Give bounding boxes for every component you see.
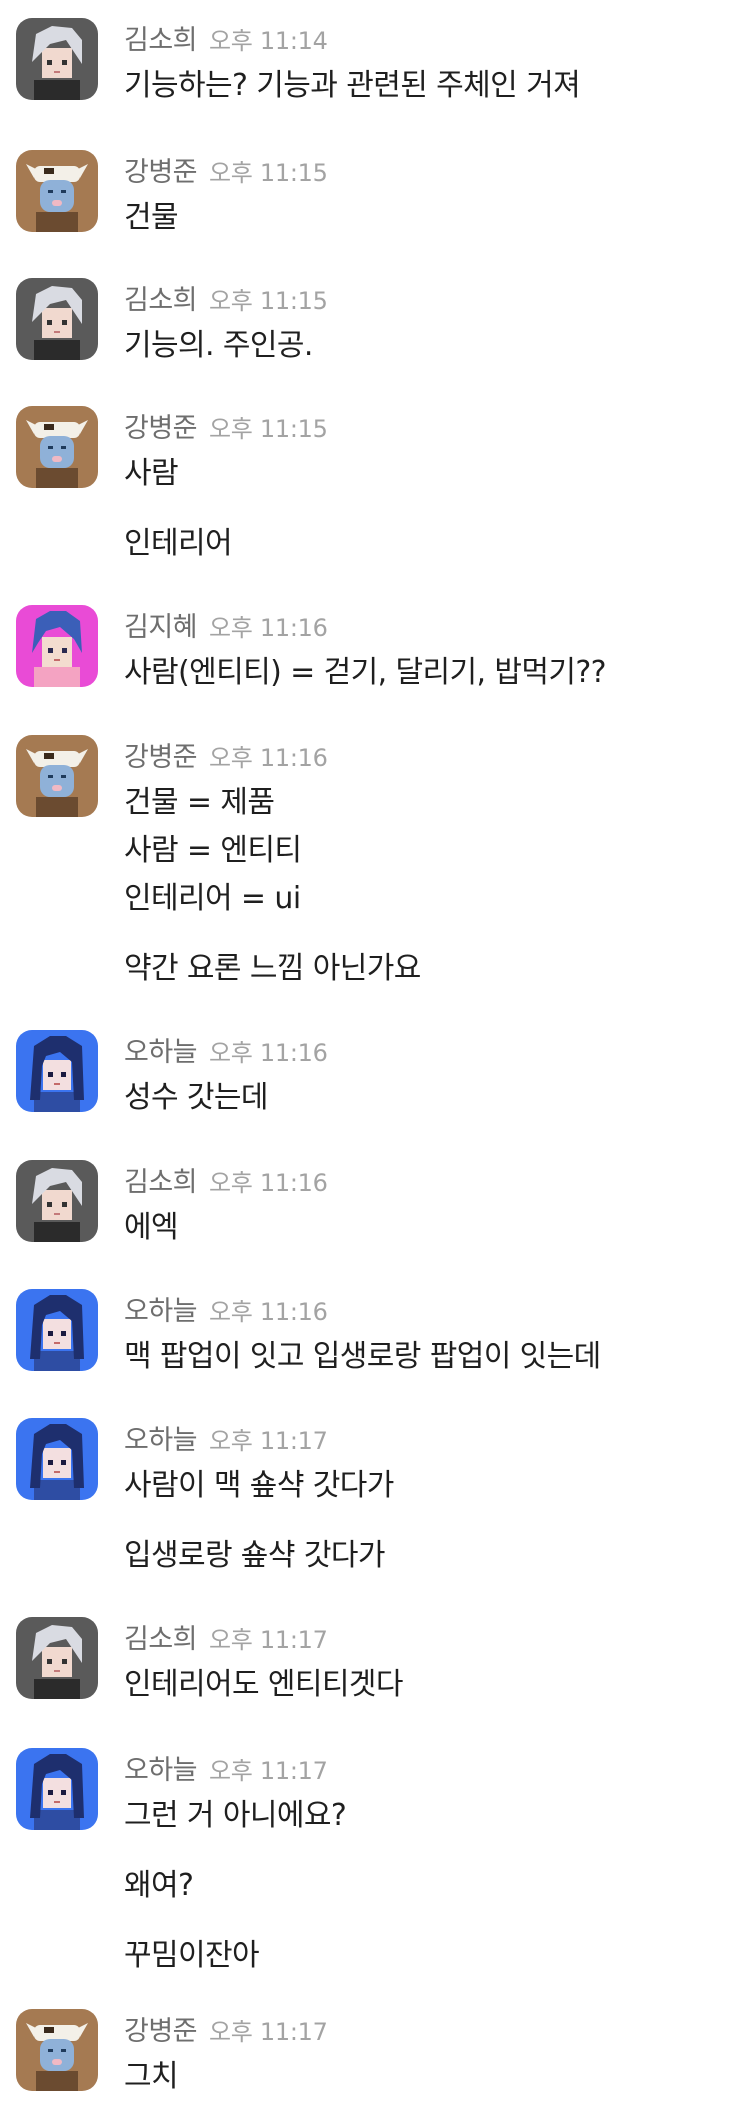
message-header: 강병준 오후 11:15	[124, 406, 328, 444]
cow-hood-avatar[interactable]	[16, 735, 98, 817]
message-timestamp: 오후 11:15	[209, 415, 328, 443]
message-header: 강병준 오후 11:15	[124, 150, 328, 188]
message-text: 인테리어도 엔티티겟다	[124, 1667, 404, 1702]
message-timestamp: 오후 11:15	[209, 287, 328, 315]
message-header: 김소희 오후 11:16	[124, 1160, 328, 1198]
sender-name[interactable]: 강병준	[124, 735, 198, 774]
sender-name[interactable]: 강병준	[124, 2009, 198, 2048]
message-body: 그런 거 아니에요? 왜여? 꾸밈이잔아	[124, 1792, 724, 1980]
message-text: 사람 = 엔티티	[124, 833, 302, 868]
message-text: 인테리어	[124, 526, 233, 561]
cow-hood-avatar[interactable]	[16, 150, 98, 232]
message-body: 건물 = 제품사람 = 엔티티인테리어 = ui 약간 요론 느낌 아닌가요	[124, 779, 724, 993]
silver-hair-avatar[interactable]	[16, 1160, 98, 1242]
navy-hair-blue-bg-avatar[interactable]	[16, 1748, 98, 1830]
navy-hair-blue-bg-avatar[interactable]	[16, 1030, 98, 1112]
message-body: 기능하는? 기능과 관련된 주체인 거져	[124, 62, 724, 110]
message-text: 인테리어 = ui	[124, 881, 301, 916]
silver-hair-avatar[interactable]	[16, 1617, 98, 1699]
message-body: 성수 갓는데	[124, 1074, 724, 1122]
sender-name[interactable]: 강병준	[124, 150, 198, 189]
message-timestamp: 오후 11:17	[209, 2018, 328, 2046]
sender-name[interactable]: 김소희	[124, 1617, 198, 1656]
sender-name[interactable]: 김소희	[124, 1160, 198, 1199]
message-text: 건물 = 제품	[124, 785, 275, 820]
message-text: 사람	[124, 456, 179, 491]
message-text: 건물	[124, 200, 179, 235]
message-header: 김소희 오후 11:15	[124, 278, 328, 316]
message-header: 김소희 오후 11:17	[124, 1617, 328, 1655]
message-timestamp: 오후 11:17	[209, 1626, 328, 1654]
message-header: 오하늘 오후 11:16	[124, 1030, 328, 1068]
message-body: 사람이 맥 숖샥 갓다가입생로랑 숖샥 갓다가	[124, 1462, 724, 1580]
message-header: 김소희 오후 11:14	[124, 18, 328, 56]
message-body: 맥 팝업이 잇고 입생로랑 팝업이 잇는데	[124, 1333, 724, 1381]
message-body: 건물	[124, 194, 724, 242]
message-body: 에엑	[124, 1204, 724, 1252]
sender-name[interactable]: 강병준	[124, 406, 198, 445]
message-text: 사람이 맥 숖샥 갓다가	[124, 1468, 394, 1503]
message-body: 인테리어도 엔티티겟다	[124, 1661, 724, 1709]
silver-hair-avatar[interactable]	[16, 278, 98, 360]
message-body: 그치	[124, 2053, 724, 2101]
sender-name[interactable]: 오하늘	[124, 1289, 198, 1328]
message-timestamp: 오후 11:15	[209, 159, 328, 187]
message-timestamp: 오후 11:16	[209, 1039, 328, 1067]
sender-name[interactable]: 김지혜	[124, 605, 198, 644]
navy-hair-blue-bg-avatar[interactable]	[16, 1418, 98, 1500]
message-text: 에엑	[124, 1210, 179, 1245]
message-header: 김지혜 오후 11:16	[124, 605, 328, 643]
sender-name[interactable]: 오하늘	[124, 1030, 198, 1069]
message-timestamp: 오후 11:14	[209, 27, 328, 55]
message-text: 사람(엔티티) = 걷기, 달리기, 밥먹기??	[124, 655, 607, 690]
message-timestamp: 오후 11:17	[209, 1757, 328, 1785]
message-header: 오하늘 오후 11:17	[124, 1748, 328, 1786]
message-header: 오하늘 오후 11:16	[124, 1289, 328, 1327]
sender-name[interactable]: 김소희	[124, 18, 198, 57]
message-text: 왜여?	[124, 1868, 194, 1903]
blue-hair-pink-bg-avatar[interactable]	[16, 605, 98, 687]
navy-hair-blue-bg-avatar[interactable]	[16, 1289, 98, 1371]
message-text: 약간 요론 느낌 아닌가요	[124, 951, 421, 986]
message-text: 기능의. 주인공.	[124, 328, 313, 363]
sender-name[interactable]: 오하늘	[124, 1418, 198, 1457]
cow-hood-avatar[interactable]	[16, 406, 98, 488]
silver-hair-avatar[interactable]	[16, 18, 98, 100]
message-text: 기능하는? 기능과 관련된 주체인 거져	[124, 68, 581, 103]
message-text: 꾸밈이잔아	[124, 1938, 260, 1973]
message-timestamp: 오후 11:17	[209, 1427, 328, 1455]
message-text: 입생로랑 숖샥 갓다가	[124, 1538, 385, 1573]
message-timestamp: 오후 11:16	[209, 1298, 328, 1326]
message-text: 그치	[124, 2059, 179, 2094]
message-timestamp: 오후 11:16	[209, 1169, 328, 1197]
message-body: 기능의. 주인공.	[124, 322, 724, 370]
chat-message-list: 김소희 오후 11:14 기능하는? 기능과 관련된 주체인 거져 강병준 오후 11:…	[0, 0, 738, 2110]
message-header: 오하늘 오후 11:17	[124, 1418, 328, 1456]
sender-name[interactable]: 오하늘	[124, 1748, 198, 1787]
cow-hood-avatar[interactable]	[16, 2009, 98, 2091]
message-timestamp: 오후 11:16	[209, 614, 328, 642]
message-header: 강병준 오후 11:16	[124, 735, 328, 773]
message-body: 사람(엔티티) = 걷기, 달리기, 밥먹기??	[124, 649, 724, 697]
message-header: 강병준 오후 11:17	[124, 2009, 328, 2047]
message-body: 사람인테리어	[124, 450, 724, 568]
message-text: 맥 팝업이 잇고 입생로랑 팝업이 잇는데	[124, 1339, 601, 1374]
message-timestamp: 오후 11:16	[209, 744, 328, 772]
sender-name[interactable]: 김소희	[124, 278, 198, 317]
message-text: 그런 거 아니에요?	[124, 1798, 347, 1833]
message-text: 성수 갓는데	[124, 1080, 269, 1115]
